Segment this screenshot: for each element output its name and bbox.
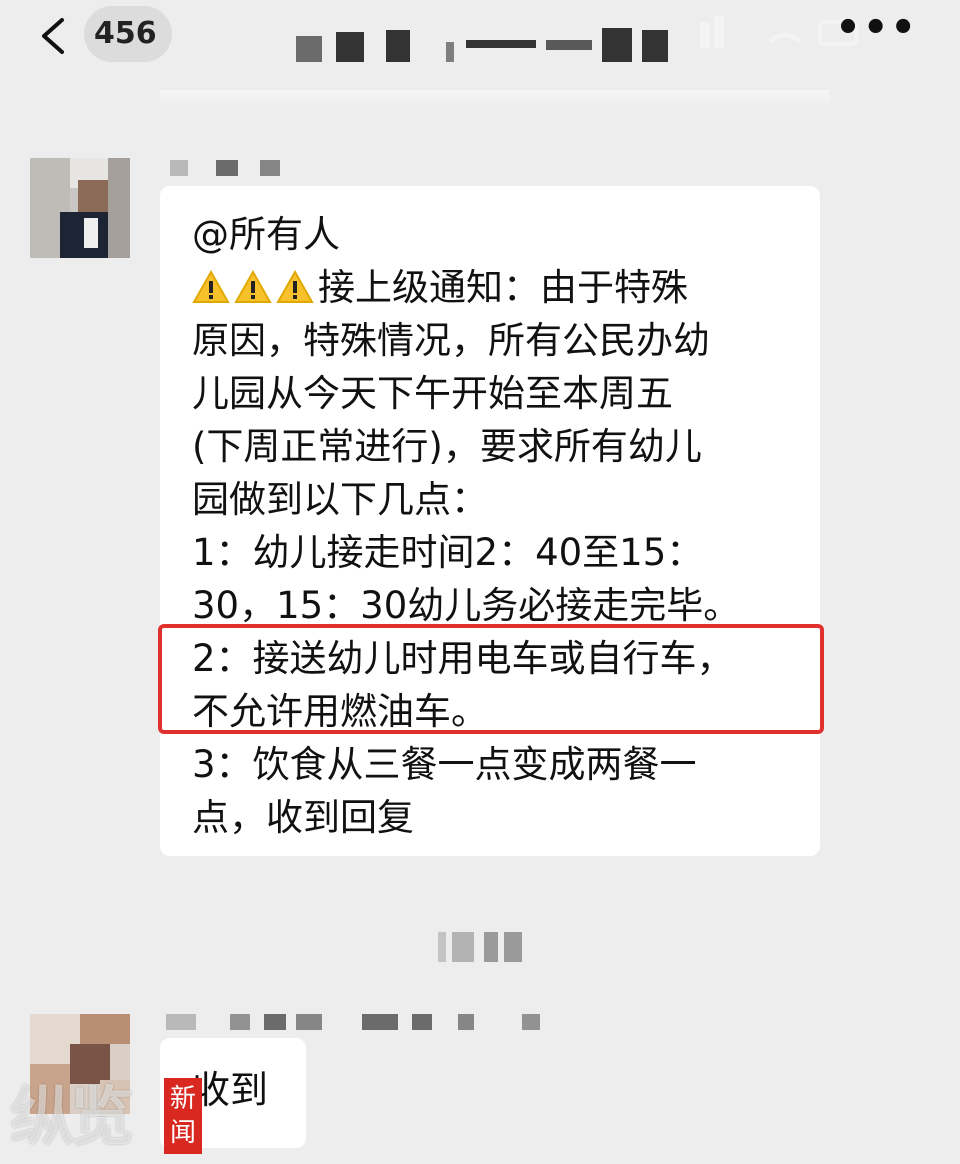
watermark-logo: 新闻 (164, 1078, 202, 1154)
sender-name-redacted (166, 1014, 546, 1034)
message-bubble[interactable]: @所有人 接上级通知：由于特殊 原因，特殊情况，所有公民办幼 儿园从今天下午开始… (160, 186, 820, 856)
message-line: 原因，特殊情况，所有公民办幼 (192, 319, 710, 362)
red-highlight-box (158, 624, 824, 734)
message-line: (下周正常进行)，要求所有幼儿 (192, 425, 702, 468)
timestamp-redacted (438, 928, 528, 968)
avatar[interactable] (30, 158, 130, 258)
message-text: @所有人 接上级通知：由于特殊 原因，特殊情况，所有公民办幼 儿园从今天下午开始… (192, 208, 802, 844)
warning-icon (276, 270, 314, 303)
sender-name-redacted (170, 160, 290, 180)
message-line: @所有人 (192, 213, 340, 256)
message-line: 园做到以下几点： (192, 478, 488, 521)
more-options-button[interactable]: ••• (835, 8, 918, 48)
watermark-logo-char: 新 (169, 1084, 196, 1114)
warning-icon (192, 270, 230, 303)
header-divider (160, 90, 830, 108)
message-line: 接上级通知：由于特殊 (318, 266, 688, 309)
watermark-text: 纵览 (10, 1081, 134, 1155)
chevron-left-icon[interactable] (32, 14, 76, 58)
message-line: 儿园从今天下午开始至本周五 (192, 372, 673, 415)
message-line: 3：饮食从三餐一点变成两餐一 (192, 743, 697, 786)
message-line: 1：幼儿接走时间2：40至15： (192, 531, 704, 574)
warning-icon (234, 270, 272, 303)
message-line-with-warnings: 接上级通知：由于特殊 (192, 261, 802, 314)
chat-header: 456 ••• (0, 0, 960, 80)
chat-title-redacted (296, 26, 676, 64)
message-line: 点，收到回复 (192, 796, 414, 839)
unread-count-badge[interactable]: 456 (84, 6, 172, 62)
message-line: 收到 (192, 1068, 269, 1112)
message-text: 收到 (192, 1064, 312, 1117)
watermark-logo-char: 闻 (169, 1118, 196, 1148)
warning-icons (192, 261, 318, 314)
